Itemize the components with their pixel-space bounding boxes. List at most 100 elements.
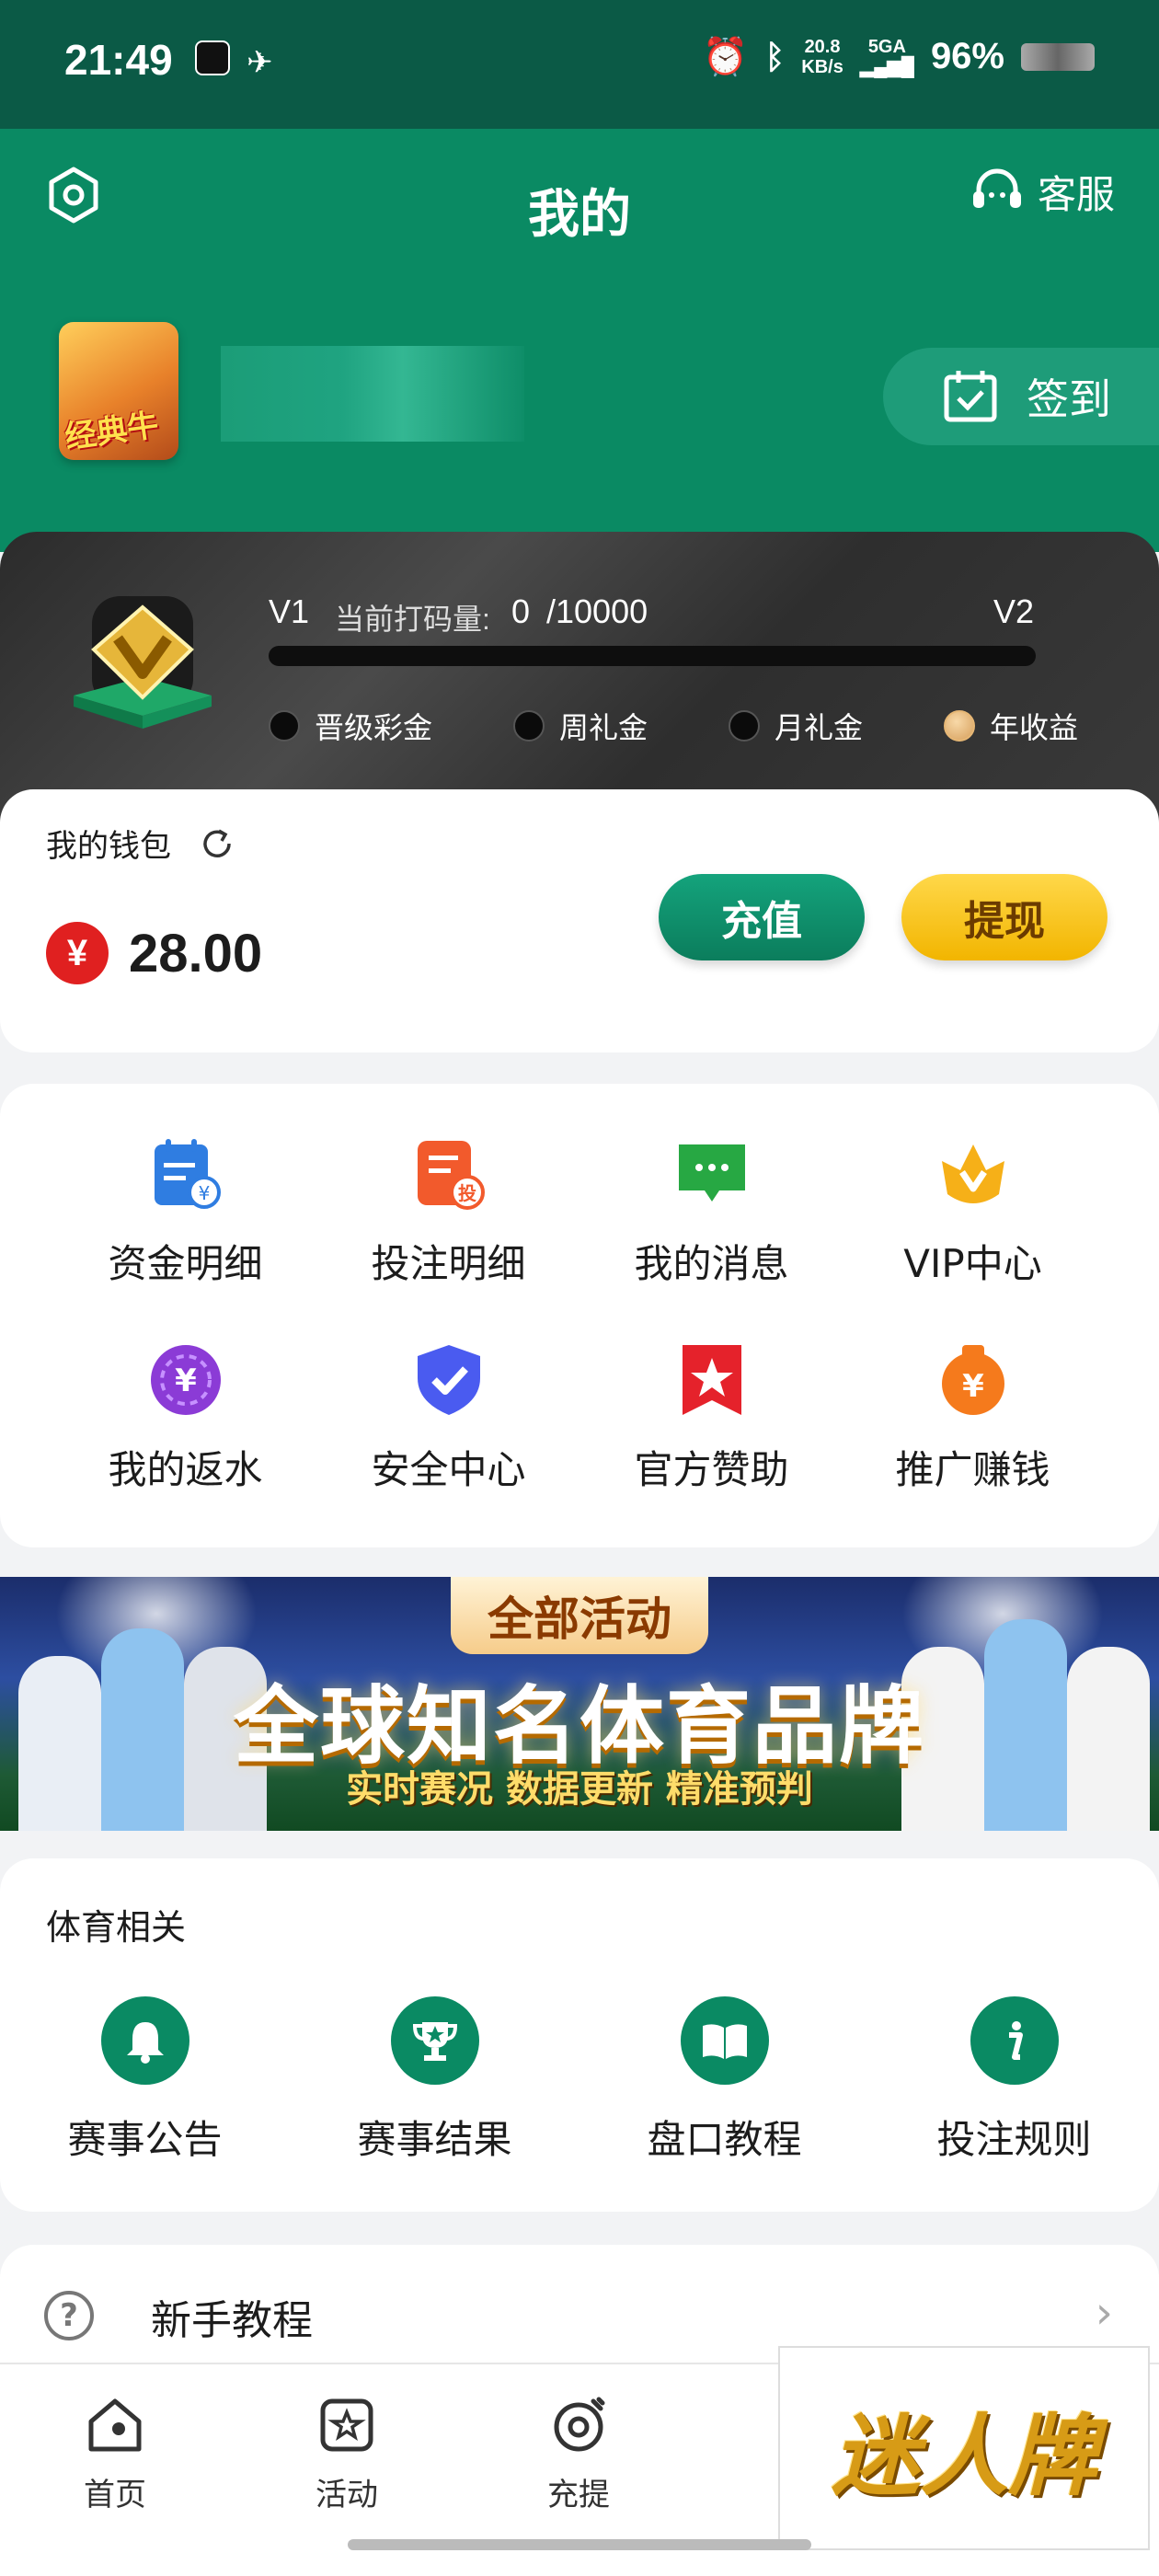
perk-label: 周礼金 [558,710,648,745]
menu-bet-detail[interactable]: 投 投注明细 [304,1135,593,1289]
bird-app-icon: ✈ [247,44,273,81]
avatar-logo-text: 经典牛 [63,407,161,456]
signal-indicator: 5GA ▂▄▆█ [860,37,914,77]
menu-promote[interactable]: ¥ 推广赚钱 [828,1341,1118,1495]
tab-label: 活动 [316,2477,378,2513]
function-grid: ¥ 资金明细 投 投注明细 我的消息 VIP中心 ¥ 我的返水 安全中心 官方赞… [0,1084,1159,1547]
tab-deposit-withdraw[interactable]: 充提 [510,2392,648,2514]
home-icon [88,2398,142,2452]
message-icon [678,1144,745,1202]
sign-in-button[interactable]: 签到 [883,348,1159,445]
menu-label: 推广赚钱 [895,1447,1050,1492]
sports-item-rules[interactable]: 投注规则 [869,1996,1159,2165]
status-bar: 21:49 ✈ ⏰ ᛒ 20.8 KB/s 5GA ▂▄▆█ 96% [0,0,1159,129]
recharge-button[interactable]: 充值 [659,874,865,960]
tab-home[interactable]: 首页 [46,2392,184,2514]
menu-label: 资金明细 [108,1241,263,1286]
next-vip-level: V2 [993,592,1035,630]
chevron-right-icon: › [1095,2287,1113,2339]
rebate-icon: ¥ [150,1345,221,1415]
menu-messages[interactable]: 我的消息 [567,1135,856,1289]
menu-label: 我的返水 [108,1447,263,1492]
beginner-tutorial-label: 新手教程 [151,2297,313,2344]
profile-header: 我的 客服 经典牛 签到 [0,129,1159,552]
menu-sponsor[interactable]: 官方赞助 [567,1341,856,1495]
menu-label: VIP中心 [903,1241,1042,1286]
menu-vip-center[interactable]: VIP中心 [828,1135,1118,1289]
sports-section: 体育相关 赛事公告 赛事结果 盘口教程 投注规则 [0,1858,1159,2212]
username-blurred [221,346,524,442]
sports-section-title: 体育相关 [46,1907,187,1948]
sponsor-star-icon [682,1345,741,1415]
battery-icon [1021,42,1095,71]
music-app-icon [195,40,230,75]
network-type: 5GA [867,36,906,57]
avatar[interactable]: 经典牛 [59,322,178,460]
sports-item-announcements[interactable]: 赛事公告 [0,1996,290,2165]
vip-crown-icon [941,1144,1004,1203]
deposit-withdraw-icon [554,2397,605,2452]
bet-detail-icon: 投 [417,1141,485,1210]
menu-fund-detail[interactable]: ¥ 资金明细 [40,1135,330,1289]
home-indicator[interactable] [348,2539,811,2550]
perk-annual-income[interactable]: 年收益 [943,705,1078,747]
net-speed-value: 20.8 [804,36,841,57]
network-speed: 20.8 KB/s [801,37,843,77]
perk-dot-icon [512,710,545,742]
vip-progress-bar [269,646,1036,666]
sports-item-label: 赛事公告 [67,2117,223,2162]
question-icon: ? [44,2291,94,2340]
book-icon [680,1996,769,2085]
perk-dot-icon [943,710,975,742]
menu-rebate[interactable]: ¥ 我的返水 [40,1341,330,1495]
activity-star-icon [320,2398,373,2452]
status-time: 21:49 [64,36,173,84]
current-vip-level: V1 [269,592,310,630]
tab-label: 充提 [547,2477,610,2513]
perk-weekly-gift[interactable]: 周礼金 [512,705,648,747]
customer-service-button[interactable]: 客服 [968,162,1115,221]
wallet-balance: ¥ 28.00 [46,922,262,984]
shield-check-icon [417,1345,480,1415]
svg-text:¥: ¥ [175,1363,197,1399]
sports-item-label: 赛事结果 [357,2117,512,2162]
calendar-check-icon [944,371,997,422]
svg-text:¥: ¥ [962,1368,984,1405]
alarm-icon: ⏰ [702,37,749,77]
menu-label: 我的消息 [634,1241,789,1286]
perk-label: 年收益 [989,710,1078,745]
refresh-icon[interactable] [199,825,235,862]
trophy-icon [390,1996,479,2085]
bluetooth-icon: ᛒ [764,37,786,75]
perk-promotion-bonus[interactable]: 晋级彩金 [269,705,432,747]
banner-subline: 实时赛况 数据更新 精准预判 [346,1768,813,1811]
sports-item-tutorial[interactable]: 盘口教程 [580,1996,869,2165]
headset-icon [972,168,1021,208]
withdraw-button[interactable]: 提现 [901,874,1107,960]
activity-banner[interactable]: 全部活动 全球知名体育品牌 实时赛况 数据更新 精准预判 [0,1577,1159,1831]
tab-label: 首页 [84,2477,146,2513]
wallet-header: 我的钱包 [46,821,235,866]
sports-item-label: 盘口教程 [647,2117,802,2162]
status-icons: ⏰ ᛒ 20.8 KB/s 5GA ▂▄▆█ 96% [703,35,1095,78]
perk-dot-icon [728,710,760,742]
balance-value: 28.00 [129,923,263,983]
menu-label: 投注明细 [371,1241,526,1286]
menu-security[interactable]: 安全中心 [304,1341,593,1495]
sports-item-results[interactable]: 赛事结果 [290,1996,580,2165]
promo-watermark[interactable]: 迷人牌 [778,2346,1150,2550]
wallet-card: 我的钱包 ¥ 28.00 充值 提现 [0,789,1159,1052]
perk-dot-icon [269,710,300,742]
customer-service-label: 客服 [1037,171,1115,217]
all-activities-tag[interactable]: 全部活动 [451,1577,708,1654]
svg-text:投: 投 [458,1182,476,1204]
fund-detail-icon: ¥ [154,1139,221,1209]
tab-activity[interactable]: 活动 [278,2392,416,2514]
menu-label: 官方赞助 [634,1447,789,1492]
signal-bars-icon: ▂▄▆█ [859,56,914,77]
perk-label: 月礼金 [774,710,863,745]
wallet-label: 我的钱包 [46,828,171,865]
perk-monthly-gift[interactable]: 月礼金 [728,705,863,747]
battery-percent: 96% [930,36,1004,76]
bell-icon [100,1996,189,2085]
